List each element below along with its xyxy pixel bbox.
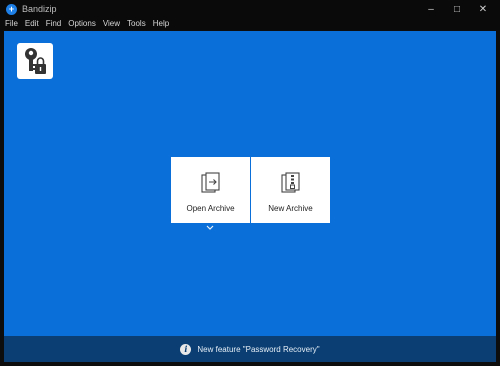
menu-edit[interactable]: Edit (25, 18, 39, 30)
menu-tools[interactable]: Tools (127, 18, 146, 30)
new-archive-icon (280, 172, 300, 193)
open-archive-label: Open Archive (186, 204, 235, 213)
open-archive-icon (200, 172, 220, 193)
window-title: Bandizip (22, 4, 57, 14)
close-button[interactable]: ✕ (470, 0, 496, 18)
menu-bar: File Edit Find Options View Tools Help (0, 18, 500, 30)
notification-bar[interactable]: i New feature "Password Recovery" (4, 336, 496, 362)
app-window: + Bandizip – □ ✕ File Edit Find Options … (0, 0, 500, 366)
title-bar: + Bandizip – □ ✕ (0, 0, 500, 18)
menu-view[interactable]: View (103, 18, 120, 30)
menu-file[interactable]: File (5, 18, 18, 30)
notification-text: New feature "Password Recovery" (197, 344, 320, 354)
main-area: Open Archive New Archive (4, 31, 496, 336)
key-lock-icon (25, 48, 46, 74)
maximize-button[interactable]: □ (444, 0, 470, 18)
menu-help[interactable]: Help (153, 18, 169, 30)
info-icon: i (180, 343, 192, 355)
expand-toggle[interactable] (205, 224, 215, 232)
chevron-down-icon (206, 225, 214, 230)
new-archive-label: New Archive (268, 204, 313, 213)
menu-options[interactable]: Options (68, 18, 96, 30)
new-archive-button[interactable]: New Archive (251, 157, 330, 223)
window-controls: – □ ✕ (418, 0, 496, 18)
password-tool-button[interactable] (17, 43, 53, 79)
bandizip-logo-icon: + (6, 3, 17, 15)
menu-find[interactable]: Find (46, 18, 62, 30)
open-archive-button[interactable]: Open Archive (171, 157, 250, 223)
minimize-button[interactable]: – (418, 0, 444, 18)
